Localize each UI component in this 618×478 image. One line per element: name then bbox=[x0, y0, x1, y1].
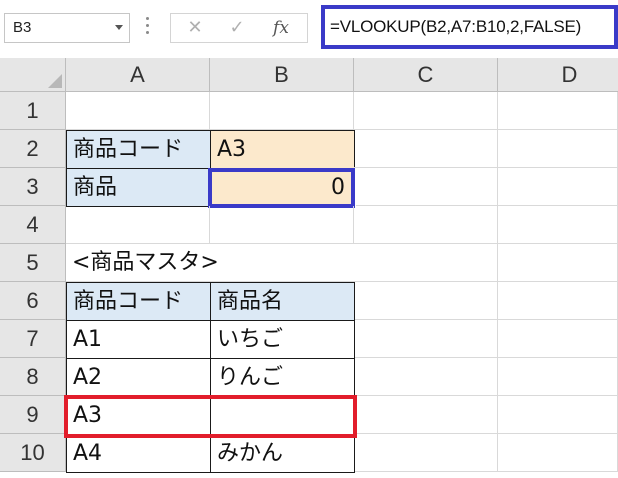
cell-b4[interactable] bbox=[210, 206, 354, 244]
row-header-4[interactable]: 4 bbox=[0, 206, 66, 244]
insert-function-icon[interactable]: fx bbox=[261, 14, 301, 44]
cell-b9[interactable] bbox=[210, 396, 355, 435]
cell-d5[interactable] bbox=[498, 244, 618, 282]
cell-c1[interactable] bbox=[354, 92, 498, 130]
chevron-down-icon[interactable] bbox=[115, 25, 123, 30]
cell-d10[interactable] bbox=[498, 434, 618, 472]
row-header-9[interactable]: 9 bbox=[0, 396, 66, 434]
cell-a7[interactable]: A1 bbox=[66, 320, 211, 359]
column-header-a[interactable]: A bbox=[66, 58, 210, 92]
cell-b3[interactable]: 0 bbox=[208, 168, 355, 208]
spreadsheet-grid: A B C D 1 2 3 4 5 6 7 8 9 10 商品コード A3 商品… bbox=[0, 58, 618, 478]
cell-c10[interactable] bbox=[355, 434, 498, 472]
name-box-value: B3 bbox=[13, 19, 32, 36]
cell-d6[interactable] bbox=[498, 282, 618, 320]
row-header-1[interactable]: 1 bbox=[0, 92, 66, 130]
cell-a1[interactable] bbox=[66, 92, 210, 130]
cell-a9[interactable]: A3 bbox=[66, 396, 211, 435]
row-header-8[interactable]: 8 bbox=[0, 358, 66, 396]
cell-b1[interactable] bbox=[210, 92, 354, 130]
formula-text: =VLOOKUP(B2,A7:B10,2,FALSE) bbox=[330, 17, 582, 36]
cell-a8[interactable]: A2 bbox=[66, 358, 211, 397]
formula-bar-grip-icon[interactable] bbox=[146, 15, 150, 39]
cell-c3[interactable] bbox=[356, 168, 498, 206]
cell-c4[interactable] bbox=[354, 206, 498, 244]
cell-b2[interactable]: A3 bbox=[210, 130, 355, 169]
cell-d3[interactable] bbox=[498, 168, 618, 206]
formula-bar: B3 ✕ ✓ fx =VLOOKUP(B2,A7:B10,2,FALSE) bbox=[0, 0, 618, 58]
cell-c8[interactable] bbox=[355, 358, 498, 396]
cell-a10[interactable]: A4 bbox=[66, 434, 211, 473]
cell-c2[interactable] bbox=[354, 130, 498, 168]
cell-d1[interactable] bbox=[498, 92, 618, 130]
cell-b8[interactable]: りんご bbox=[210, 358, 355, 397]
cell-a4[interactable] bbox=[66, 206, 210, 244]
enter-icon[interactable]: ✓ bbox=[217, 14, 257, 44]
cell-b6[interactable]: 商品名 bbox=[210, 282, 355, 321]
cell-c9[interactable] bbox=[355, 396, 498, 434]
cell-d7[interactable] bbox=[498, 320, 618, 358]
select-all-button[interactable] bbox=[0, 58, 66, 92]
row-header-3[interactable]: 3 bbox=[0, 168, 66, 206]
cell-c6[interactable] bbox=[355, 282, 498, 320]
cell-a2[interactable]: 商品コード bbox=[66, 130, 211, 169]
cell-a6[interactable]: 商品コード bbox=[66, 282, 211, 321]
cell-d4[interactable] bbox=[498, 206, 618, 244]
cell-c7[interactable] bbox=[355, 320, 498, 358]
cell-a5[interactable]: <商品マスタ> bbox=[66, 244, 354, 282]
column-header-d[interactable]: D bbox=[498, 58, 618, 92]
row-header-7[interactable]: 7 bbox=[0, 320, 66, 358]
column-header-c[interactable]: C bbox=[354, 58, 498, 92]
row-header-10[interactable]: 10 bbox=[0, 434, 66, 472]
cell-a3[interactable]: 商品 bbox=[66, 168, 211, 207]
row-header-6[interactable]: 6 bbox=[0, 282, 66, 320]
cell-c5[interactable] bbox=[354, 244, 498, 282]
formula-buttons: ✕ ✓ fx bbox=[170, 13, 308, 43]
cell-d2[interactable] bbox=[498, 130, 618, 168]
cell-b10[interactable]: みかん bbox=[210, 434, 355, 473]
row-header-5[interactable]: 5 bbox=[0, 244, 66, 282]
cell-b7[interactable]: いちご bbox=[210, 320, 355, 359]
cell-d8[interactable] bbox=[498, 358, 618, 396]
column-header-b[interactable]: B bbox=[210, 58, 354, 92]
row-header-2[interactable]: 2 bbox=[0, 130, 66, 168]
formula-input[interactable]: =VLOOKUP(B2,A7:B10,2,FALSE) bbox=[321, 5, 618, 49]
name-box[interactable]: B3 bbox=[4, 13, 130, 43]
cancel-icon[interactable]: ✕ bbox=[175, 14, 215, 44]
cell-d9[interactable] bbox=[498, 396, 618, 434]
